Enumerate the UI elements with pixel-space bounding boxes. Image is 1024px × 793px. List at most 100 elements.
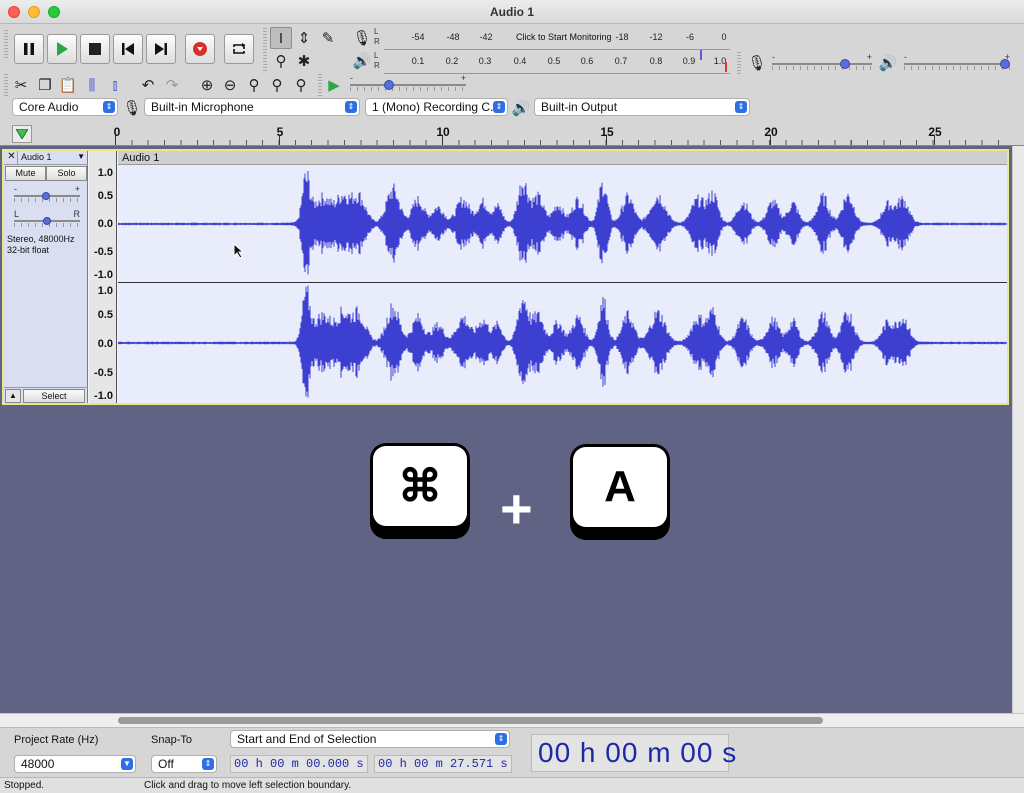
record-meter-button[interactable]: 🎙 <box>351 27 373 49</box>
mute-button[interactable]: Mute <box>5 166 46 181</box>
loop-icon <box>233 43 245 54</box>
recording-device-select[interactable]: Built-in Microphone ⇕ <box>144 98 360 116</box>
chevron-updown-icon: ⇕ <box>345 101 357 113</box>
paste-button[interactable]: 📋 <box>57 74 79 96</box>
zoom-out-button[interactable]: ⊖ <box>219 74 241 96</box>
pause-icon <box>24 43 34 55</box>
audio-position-time[interactable]: 00 h 00 m 00 s <box>531 734 736 772</box>
input-device-icon: 🎙 <box>121 97 143 119</box>
play-tick: 0.4 <box>513 56 527 66</box>
silence-button[interactable]: ⫾ <box>104 74 126 96</box>
draw-tool[interactable]: ✎ <box>317 27 339 49</box>
amplitude-ruler[interactable]: 1.0 0.5 0.0 -0.5 -1.0 1.0 0.5 0.0 -0.5 -… <box>89 151 117 403</box>
cut-button[interactable]: ✂ <box>10 74 32 96</box>
audio-host-select[interactable]: Core Audio ⇕ <box>12 98 118 116</box>
microphone-icon: 🎙 <box>747 55 767 72</box>
monitoring-prompt[interactable]: Click to Start Monitoring <box>514 32 614 42</box>
stop-button[interactable] <box>80 34 110 64</box>
select-track-button[interactable]: Select <box>23 389 85 403</box>
transport-grip[interactable] <box>4 30 8 60</box>
selection-mode-select[interactable]: Start and End of Selection ⇕ <box>230 730 510 748</box>
zoom-toggle-button[interactable]: ⚲ <box>290 74 312 96</box>
slider-knob[interactable] <box>1000 59 1010 69</box>
project-rate-value: 48000 <box>21 757 55 771</box>
fit-selection-icon: ⚲ <box>248 77 260 94</box>
slider-knob[interactable] <box>42 192 50 200</box>
recording-channels-select[interactable]: 1 (Mono) Recording C... ⇕ <box>365 98 508 116</box>
scissors-icon: ✂ <box>14 77 28 94</box>
track-pan-slider[interactable]: L R <box>14 209 80 228</box>
pause-button[interactable] <box>14 34 44 64</box>
play-at-speed-button[interactable]: ▶ <box>323 74 345 96</box>
selection-start-time[interactable]: 00 h 00 m 00.000 s <box>230 755 368 773</box>
clip-name-bar[interactable]: Audio 1 <box>118 151 1007 165</box>
y-label: 0.0 <box>97 218 113 230</box>
play-at-speed-icon: ▶ <box>328 77 340 94</box>
slider-knob[interactable] <box>43 217 51 225</box>
fit-project-button[interactable]: ⚲ <box>266 74 288 96</box>
vertical-scrollbar[interactable] <box>1012 146 1024 713</box>
speaker-icon: 🔊 <box>878 55 898 72</box>
stop-icon <box>89 43 101 55</box>
recording-volume-slider[interactable]: - + <box>772 52 872 71</box>
play-button[interactable] <box>47 34 77 64</box>
asterisk-icon: ✱ <box>297 53 311 70</box>
redo-button[interactable]: ↷ <box>161 74 183 96</box>
project-rate-select[interactable]: 48000 ▼ <box>14 755 136 773</box>
skip-start-icon <box>122 43 134 55</box>
playback-speed-slider[interactable]: - + <box>350 73 466 92</box>
solo-button[interactable]: Solo <box>46 166 87 181</box>
track-menu-arrow-icon[interactable]: ▼ <box>77 152 85 161</box>
track-workspace[interactable]: ✕ Audio 1 ▼ Mute Solo - + L R Stereo, 48… <box>0 146 1012 713</box>
track-gain-slider[interactable]: - + <box>14 184 80 203</box>
slider-knob[interactable] <box>840 59 850 69</box>
undo-button[interactable]: ↶ <box>137 74 159 96</box>
horizontal-scrollbar[interactable] <box>0 713 1024 727</box>
record-button[interactable] <box>185 34 215 64</box>
multi-tool[interactable]: ✱ <box>293 50 315 72</box>
scroll-thumb[interactable] <box>118 717 823 724</box>
ruler-label: 15 <box>600 125 614 139</box>
copy-button[interactable]: ❐ <box>34 74 56 96</box>
timeline-ruler[interactable]: 0 5 10 15 20 25 <box>0 122 1024 146</box>
fit-project-icon: ⚲ <box>271 77 283 94</box>
tools-grip[interactable] <box>263 28 267 72</box>
selection-tool[interactable]: I <box>270 27 292 49</box>
play-at-speed-grip[interactable] <box>318 74 322 96</box>
a-key-graphic: A <box>570 444 670 540</box>
snap-to-select[interactable]: Off ⇕ <box>151 755 217 773</box>
zoom-tool[interactable]: ⚲ <box>270 50 292 72</box>
envelope-tool[interactable]: ⇕ <box>293 27 315 49</box>
zoom-in-button[interactable]: ⊕ <box>196 74 218 96</box>
channel-l-label: L <box>374 51 379 60</box>
y-label: -0.5 <box>94 367 113 379</box>
record-meter[interactable]: LR -54 -48 -42 Click to Start Monitoring… <box>374 26 730 50</box>
mixer-grip[interactable] <box>737 52 741 74</box>
playback-volume-slider[interactable]: - + <box>904 52 1010 71</box>
play-meter-button[interactable]: 🔊 <box>351 50 373 72</box>
trim-button[interactable]: ⫼ <box>81 74 103 96</box>
waveform-area[interactable]: Audio 1 <box>118 151 1007 403</box>
audio-track[interactable]: ✕ Audio 1 ▼ Mute Solo - + L R Stereo, 48… <box>2 149 1009 405</box>
skip-to-start-button[interactable] <box>113 34 143 64</box>
collapse-track-button[interactable]: ▲ <box>5 389 21 403</box>
selection-end-time[interactable]: 00 h 00 m 27.571 s <box>374 755 512 773</box>
fit-selection-button[interactable]: ⚲ <box>243 74 265 96</box>
status-state: Stopped. <box>4 780 45 791</box>
timeline-options-button[interactable] <box>12 125 32 143</box>
loop-button[interactable] <box>224 34 254 64</box>
skip-to-end-button[interactable] <box>146 34 176 64</box>
track-name-menu[interactable]: Audio 1 <box>21 152 52 162</box>
edit-grip[interactable] <box>4 74 8 96</box>
playback-meter[interactable]: LR 0.1 0.2 0.3 0.4 0.5 0.6 0.7 0.8 0.9 1… <box>374 50 730 74</box>
ruler-label: 20 <box>764 125 778 139</box>
close-track-button[interactable]: ✕ <box>6 151 18 164</box>
waveform-samples <box>118 171 1007 275</box>
envelope-icon: ⇕ <box>297 30 311 47</box>
play-tick: 0.2 <box>445 56 459 66</box>
slider-knob[interactable] <box>384 80 394 90</box>
clipboard-icon: 📋 <box>58 77 78 94</box>
y-label: 1.0 <box>97 285 113 297</box>
shortcut-plus-label: + <box>500 477 533 540</box>
playback-device-select[interactable]: Built-in Output ⇕ <box>534 98 750 116</box>
